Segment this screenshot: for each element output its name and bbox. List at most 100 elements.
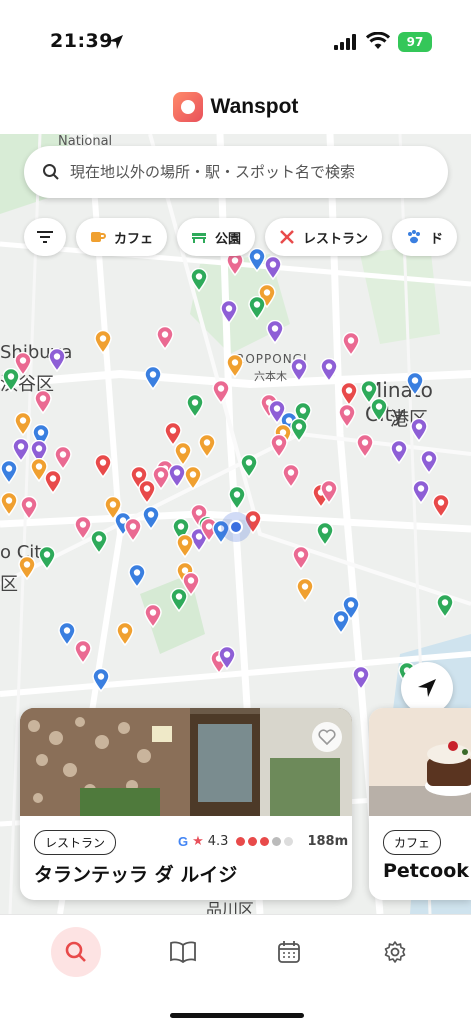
- map-pin-dog[interactable]: [0, 460, 18, 484]
- status-time: 21:39: [50, 30, 113, 52]
- chip-restaurant[interactable]: レストラン: [265, 218, 383, 256]
- map-pin-shop[interactable]: [320, 358, 338, 382]
- park-bench-icon: [192, 233, 207, 243]
- map-pin-other[interactable]: [20, 496, 38, 520]
- home-indicator: [170, 1013, 304, 1018]
- map-pin-cafe[interactable]: [176, 534, 194, 558]
- spot-photo: [20, 708, 352, 816]
- map-pin-other[interactable]: [212, 380, 230, 404]
- paw-icon: [408, 230, 421, 244]
- map-pin-park[interactable]: [186, 394, 204, 418]
- wifi-icon: [366, 32, 390, 49]
- search-input[interactable]: [70, 163, 430, 181]
- map-label-ku-left: 区: [0, 574, 18, 595]
- map-pin-cafe[interactable]: [14, 412, 32, 436]
- map-pin-cafe[interactable]: [116, 622, 134, 646]
- map-pin-cafe[interactable]: [174, 442, 192, 466]
- chip-cafe[interactable]: カフェ: [76, 218, 168, 256]
- map-pin-other[interactable]: [320, 480, 338, 504]
- map-pin-other[interactable]: [156, 326, 174, 350]
- calendar-icon: [278, 941, 300, 963]
- map-pin-park[interactable]: [228, 486, 246, 510]
- navigation-arrow-icon: [418, 679, 436, 697]
- map-pin-other[interactable]: [342, 332, 360, 356]
- map-pin-park[interactable]: [190, 268, 208, 292]
- map-pin-restaurant[interactable]: [432, 494, 450, 518]
- map-pin-restaurant[interactable]: [94, 454, 112, 478]
- locate-me-button[interactable]: [401, 662, 453, 714]
- map-pin-other[interactable]: [338, 404, 356, 428]
- map-pin-other[interactable]: [34, 390, 52, 414]
- favorite-button[interactable]: [312, 722, 342, 752]
- map-pin-other[interactable]: [270, 434, 288, 458]
- map-pin-shop[interactable]: [390, 440, 408, 464]
- map-pin-shop[interactable]: [420, 450, 438, 474]
- chip-dog[interactable]: ド: [392, 218, 458, 256]
- map-pin-other[interactable]: [74, 640, 92, 664]
- map-pin-park[interactable]: [290, 418, 308, 442]
- map-pin-dog[interactable]: [128, 564, 146, 588]
- spot-card[interactable]: レストラン G ★ 4.3 188m タランテッラ ダ ルイジ: [20, 708, 352, 900]
- map-pin-shop[interactable]: [352, 666, 370, 690]
- current-location-marker: [221, 512, 251, 542]
- map-pin-shop[interactable]: [410, 418, 428, 442]
- tab-settings[interactable]: [370, 927, 420, 977]
- map-pin-dog[interactable]: [142, 506, 160, 530]
- map-pin-park[interactable]: [170, 588, 188, 612]
- map-pin-dog[interactable]: [332, 610, 350, 634]
- spot-card[interactable]: カフェ Petcook: [369, 708, 471, 900]
- map-pin-shop[interactable]: [264, 256, 282, 280]
- map-pin-park[interactable]: [370, 398, 388, 422]
- map-pin-dog[interactable]: [406, 372, 424, 396]
- spot-name: Petcook: [383, 860, 469, 882]
- map-pin-park[interactable]: [436, 594, 454, 618]
- map-pin-cafe[interactable]: [184, 466, 202, 490]
- map-pin-restaurant[interactable]: [340, 382, 358, 406]
- map-pin-park[interactable]: [316, 522, 334, 546]
- search-icon: [43, 164, 59, 180]
- gear-icon: [384, 941, 406, 963]
- category-tag: カフェ: [383, 830, 442, 855]
- chip-restaurant-label: レストラン: [303, 231, 369, 247]
- map-pin-other[interactable]: [54, 446, 72, 470]
- map-pin-cafe[interactable]: [296, 578, 314, 602]
- tab-book[interactable]: [158, 927, 208, 977]
- map-pin-cafe[interactable]: [0, 492, 18, 516]
- spot-photo: [369, 708, 471, 816]
- map-pin-other[interactable]: [292, 546, 310, 570]
- map-pin-shop[interactable]: [220, 300, 238, 324]
- filter-button[interactable]: [24, 218, 66, 256]
- map-pin-park[interactable]: [90, 530, 108, 554]
- coffee-cup-icon: [91, 232, 106, 242]
- app-header: Wanspot: [0, 80, 471, 134]
- chip-dog-label: ド: [430, 231, 444, 247]
- tab-search[interactable]: [51, 927, 101, 977]
- map-pin-other[interactable]: [282, 464, 300, 488]
- spot-name: タランテッラ ダ ルイジ: [34, 864, 238, 886]
- map-pin-other[interactable]: [124, 518, 142, 542]
- map-pin-cafe[interactable]: [94, 330, 112, 354]
- tab-calendar[interactable]: [264, 927, 314, 977]
- map-pin-shop[interactable]: [412, 480, 430, 504]
- map-pin-other[interactable]: [356, 434, 374, 458]
- map-pin-shop[interactable]: [48, 348, 66, 372]
- map-pin-dog[interactable]: [92, 668, 110, 692]
- map-pin-restaurant[interactable]: [44, 470, 62, 494]
- map-pin-park[interactable]: [2, 368, 20, 392]
- map-pin-other[interactable]: [144, 604, 162, 628]
- heart-icon: [318, 729, 336, 745]
- map-pin-shop[interactable]: [218, 646, 236, 670]
- map-pin-park[interactable]: [38, 546, 56, 570]
- map-pin-cafe[interactable]: [226, 354, 244, 378]
- location-arrow-icon: [109, 35, 123, 49]
- map-pin-shop[interactable]: [266, 320, 284, 344]
- map-pin-shop[interactable]: [12, 438, 30, 462]
- map-pin-cafe[interactable]: [198, 434, 216, 458]
- map-pin-park[interactable]: [240, 454, 258, 478]
- map-pin-cafe[interactable]: [18, 556, 36, 580]
- search-bar[interactable]: [24, 146, 448, 198]
- map-pin-shop[interactable]: [290, 358, 308, 382]
- map-pin-park[interactable]: [248, 296, 266, 320]
- chip-park[interactable]: 公園: [177, 218, 256, 256]
- map-pin-dog[interactable]: [144, 366, 162, 390]
